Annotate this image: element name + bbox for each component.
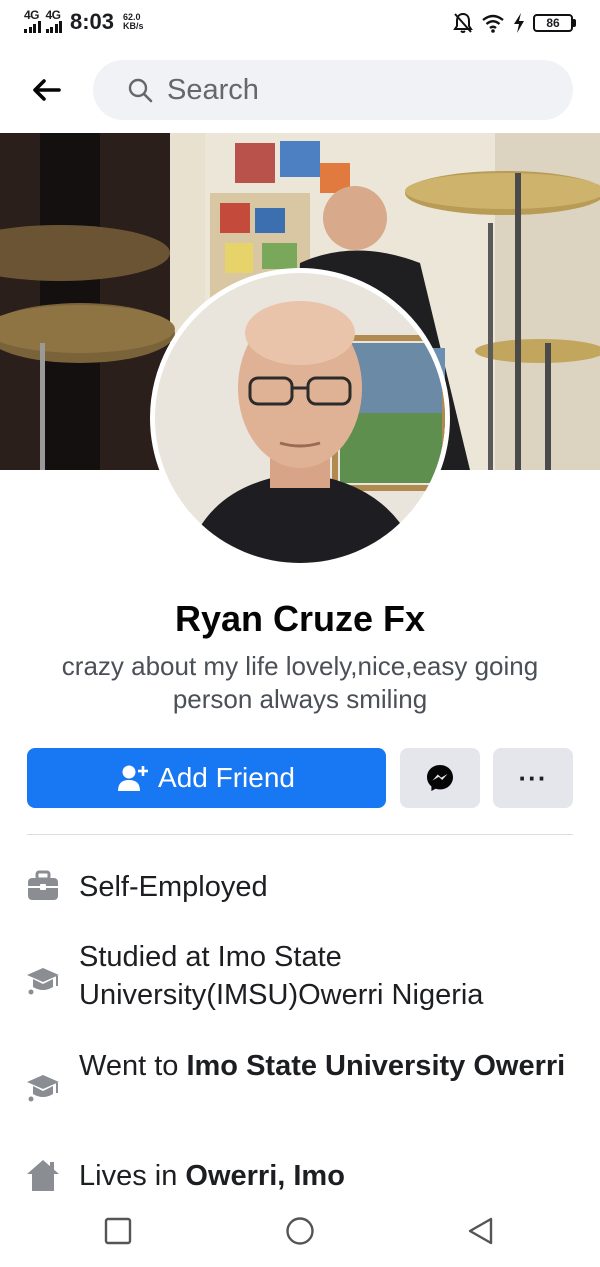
mute-icon xyxy=(453,12,473,33)
went-to-prefix: Went to xyxy=(79,1050,187,1082)
lives-in-text: Lives in Owerri, Imo xyxy=(79,1157,579,1195)
network-type-1: 4G xyxy=(24,8,40,22)
status-bar: 4G 4G 8:03 62.0 KB/s 86 xyxy=(0,0,600,48)
speed-unit: KB/s xyxy=(123,21,144,31)
school-link[interactable]: Imo State University Owerri xyxy=(186,1050,565,1082)
profile-picture[interactable] xyxy=(150,268,450,568)
signal-1-icon: 4G xyxy=(24,8,41,33)
add-friend-label: Add Friend xyxy=(158,762,295,793)
profile-name: Ryan Cruze Fx xyxy=(174,598,426,639)
back-triangle-icon[interactable] xyxy=(466,1216,496,1246)
battery-icon: 86 xyxy=(533,14,576,32)
battery-level: 86 xyxy=(533,14,573,32)
charging-icon xyxy=(514,13,524,33)
briefcase-icon xyxy=(28,870,58,900)
status-right: 86 xyxy=(453,12,576,34)
top-navigation xyxy=(0,58,600,122)
arrow-left-icon xyxy=(33,79,61,101)
profile-bio: crazy about my life lovely,nice,easy goi… xyxy=(61,651,539,714)
add-friend-button[interactable]: Add Friend xyxy=(27,748,386,808)
work-text: Self-Employed xyxy=(79,871,268,903)
message-button[interactable] xyxy=(400,748,480,808)
graduation-cap-icon xyxy=(27,1075,59,1102)
search-input[interactable] xyxy=(167,73,547,107)
network-speed: 62.0 KB/s xyxy=(123,13,144,31)
more-options-button[interactable]: ··· xyxy=(493,748,573,808)
add-friend-icon xyxy=(118,765,149,791)
back-button[interactable] xyxy=(26,72,66,108)
search-icon xyxy=(128,78,153,103)
search-bar[interactable] xyxy=(93,60,573,120)
profile-photo-image xyxy=(155,273,445,563)
divider xyxy=(27,834,573,835)
clock: 8:03 xyxy=(70,9,115,34)
system-navigation-bar xyxy=(0,1200,600,1267)
network-type-2: 4G xyxy=(45,8,62,22)
lives-in-prefix: Lives in xyxy=(79,1160,186,1192)
recents-square-icon[interactable] xyxy=(103,1216,133,1246)
went-to-text: Went to Imo State University Owerri xyxy=(79,1047,579,1085)
home-circle-icon[interactable] xyxy=(285,1216,315,1246)
home-icon xyxy=(27,1160,59,1191)
studied-text: Studied at Imo State University(IMSU)Owe… xyxy=(79,941,484,1011)
messenger-icon xyxy=(427,765,453,791)
signal-2-icon: 4G xyxy=(45,8,62,33)
graduation-cap-icon xyxy=(27,968,59,995)
wifi-icon xyxy=(482,14,504,33)
city-link[interactable]: Owerri, Imo xyxy=(185,1160,345,1192)
status-left: 4G 4G 8:03 62.0 KB/s xyxy=(24,8,144,34)
